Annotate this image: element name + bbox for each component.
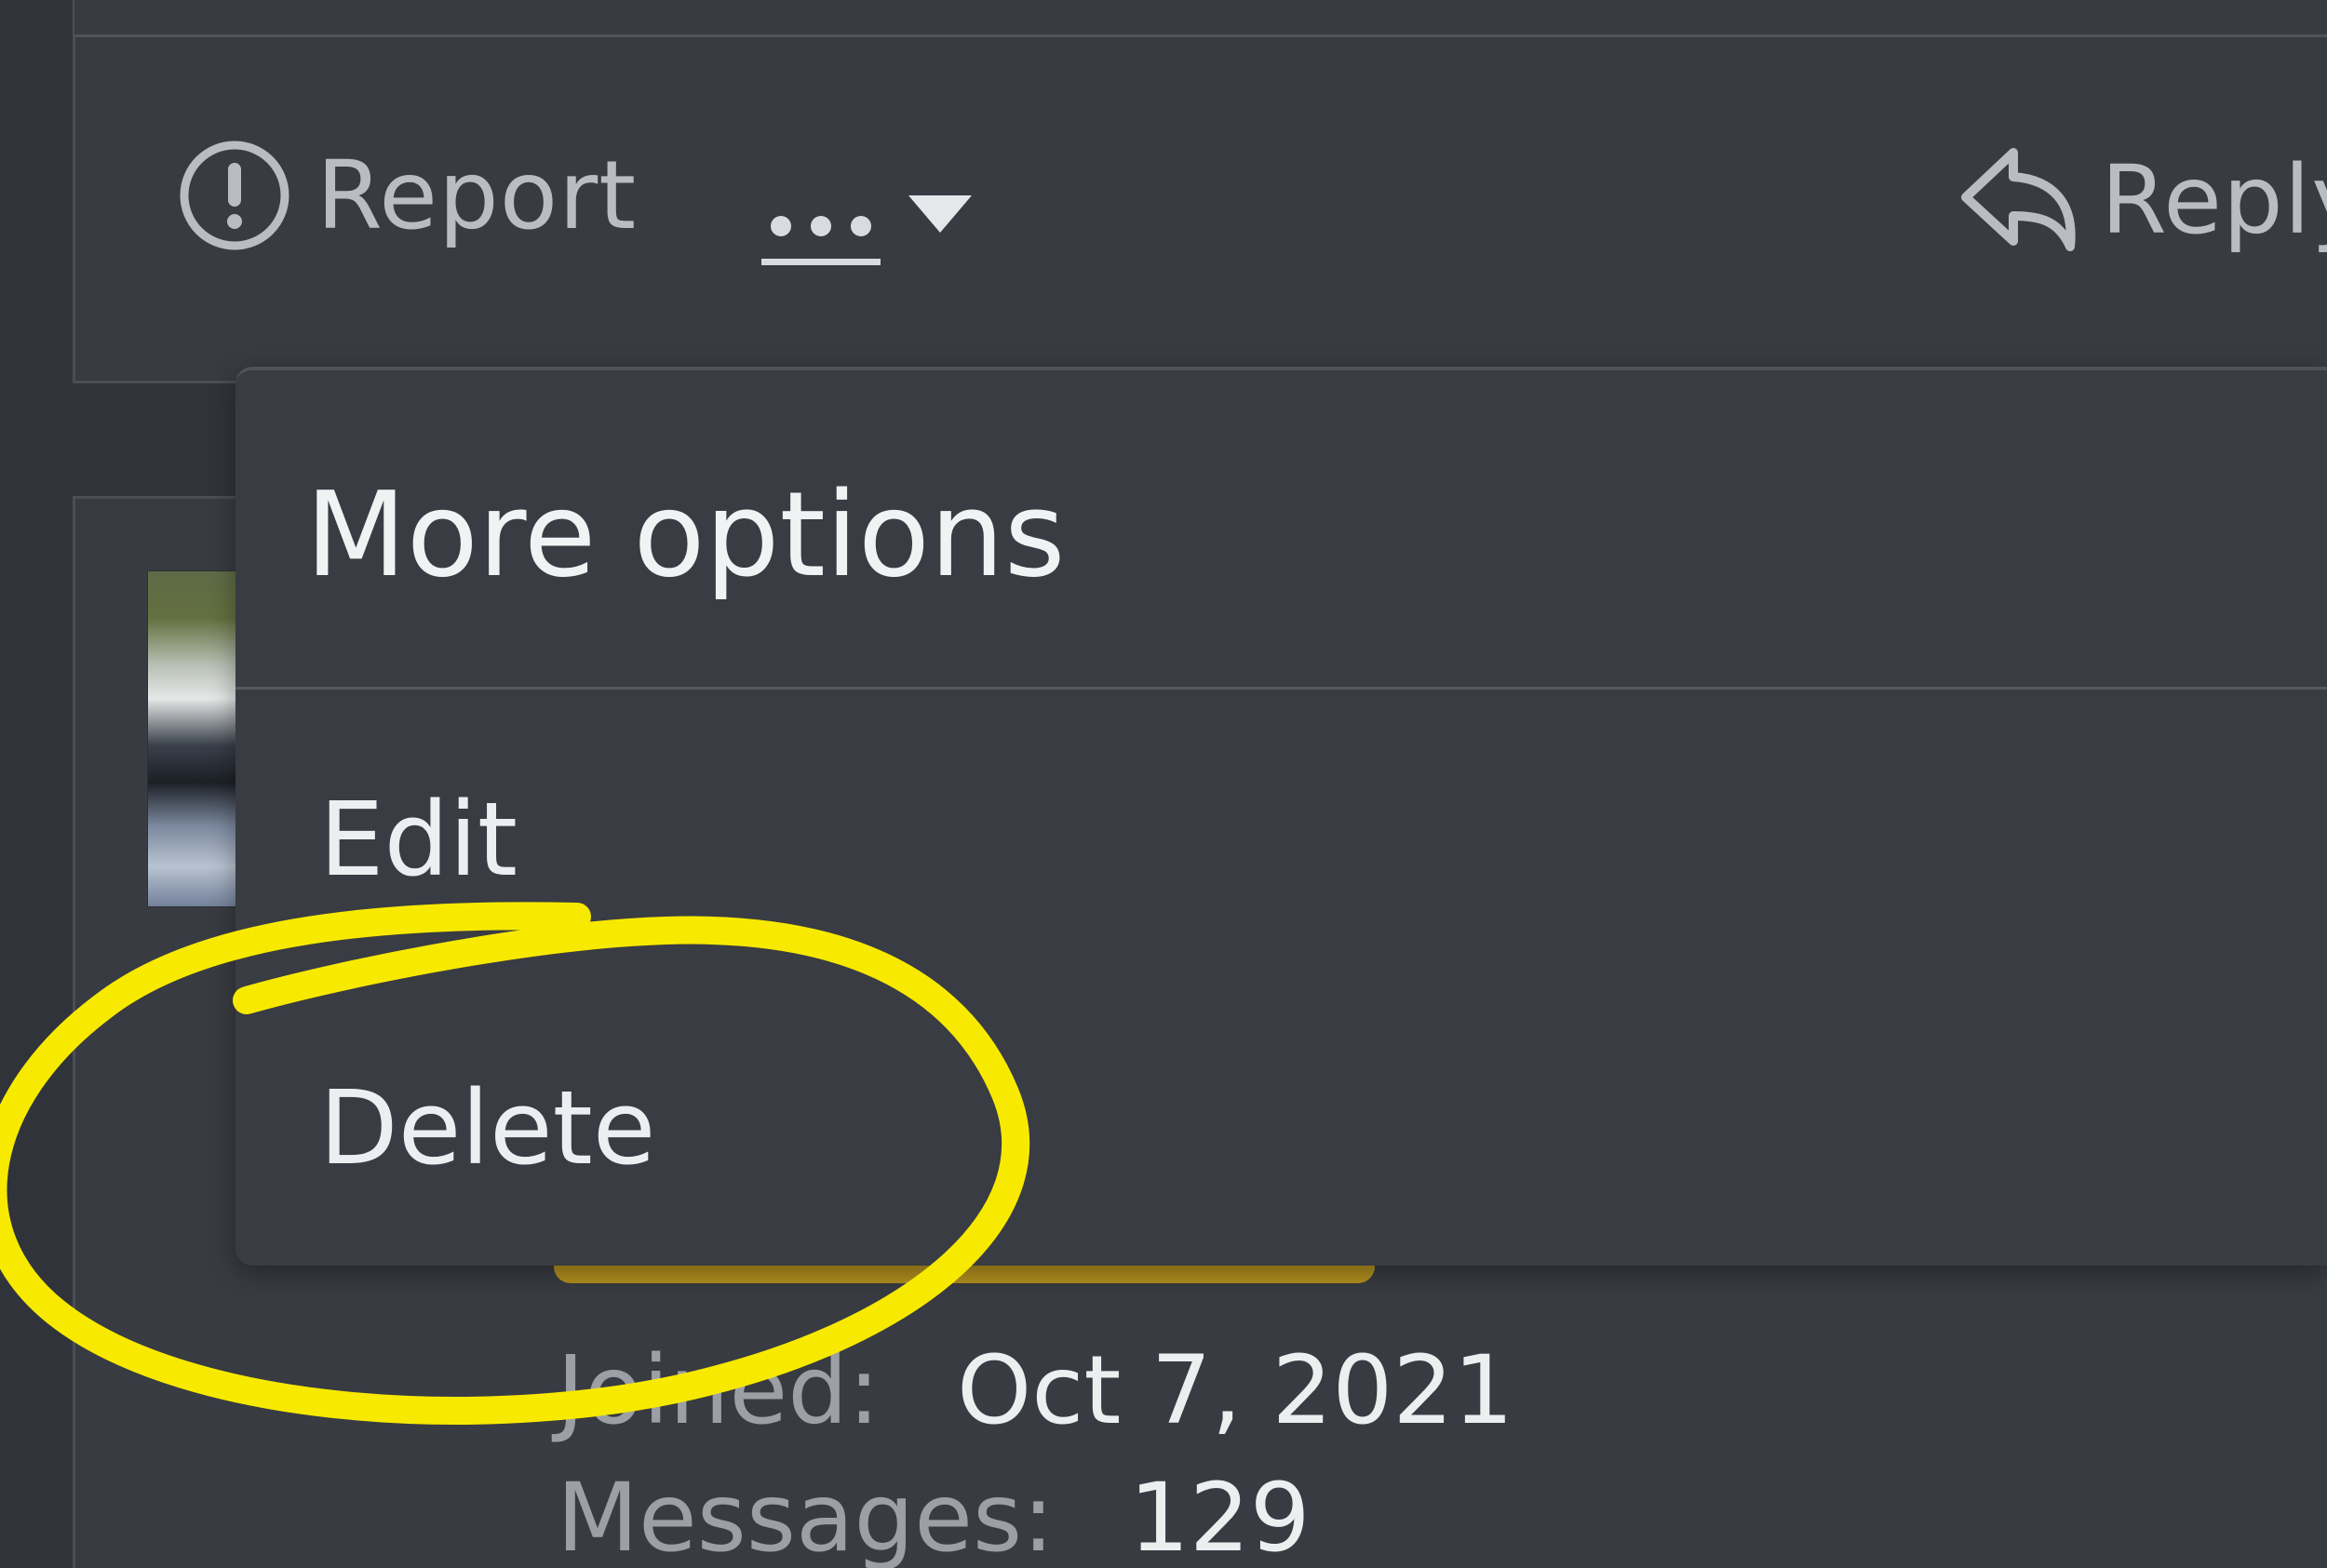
ellipsis-icon [761, 203, 881, 265]
joined-value: Oct 7, 2021 [957, 1335, 1514, 1446]
more-options-menu: More options Edit Delete [235, 367, 2327, 1266]
joined-label: Joined: [557, 1335, 881, 1446]
reply-arrow-icon [1961, 148, 2076, 251]
more-options-button[interactable] [761, 177, 975, 279]
exclamation-circle-icon [180, 141, 289, 250]
messages-label: Messages: [557, 1463, 1055, 1568]
menu-item-edit[interactable]: Edit [319, 780, 518, 899]
avatar[interactable] [147, 570, 237, 907]
messages-value: 129 [1129, 1463, 1311, 1568]
reply-label: Reply [2101, 144, 2327, 256]
reply-button[interactable]: Reply [1955, 140, 2327, 261]
caret-down-icon [908, 195, 972, 233]
joined-stat: Joined: Oct 7, 2021 [557, 1335, 1513, 1446]
messages-stat: Messages: 129 [557, 1463, 1311, 1568]
menu-title: More options [305, 466, 1066, 603]
menu-divider [235, 687, 2327, 690]
report-button[interactable]: Report [179, 140, 637, 251]
screen: Report Reply Joined: Oct 7, 2021 Message… [0, 0, 2327, 1568]
top-post-edge [73, 0, 2327, 37]
menu-item-delete[interactable]: Delete [319, 1068, 655, 1187]
report-label: Report [316, 140, 638, 251]
